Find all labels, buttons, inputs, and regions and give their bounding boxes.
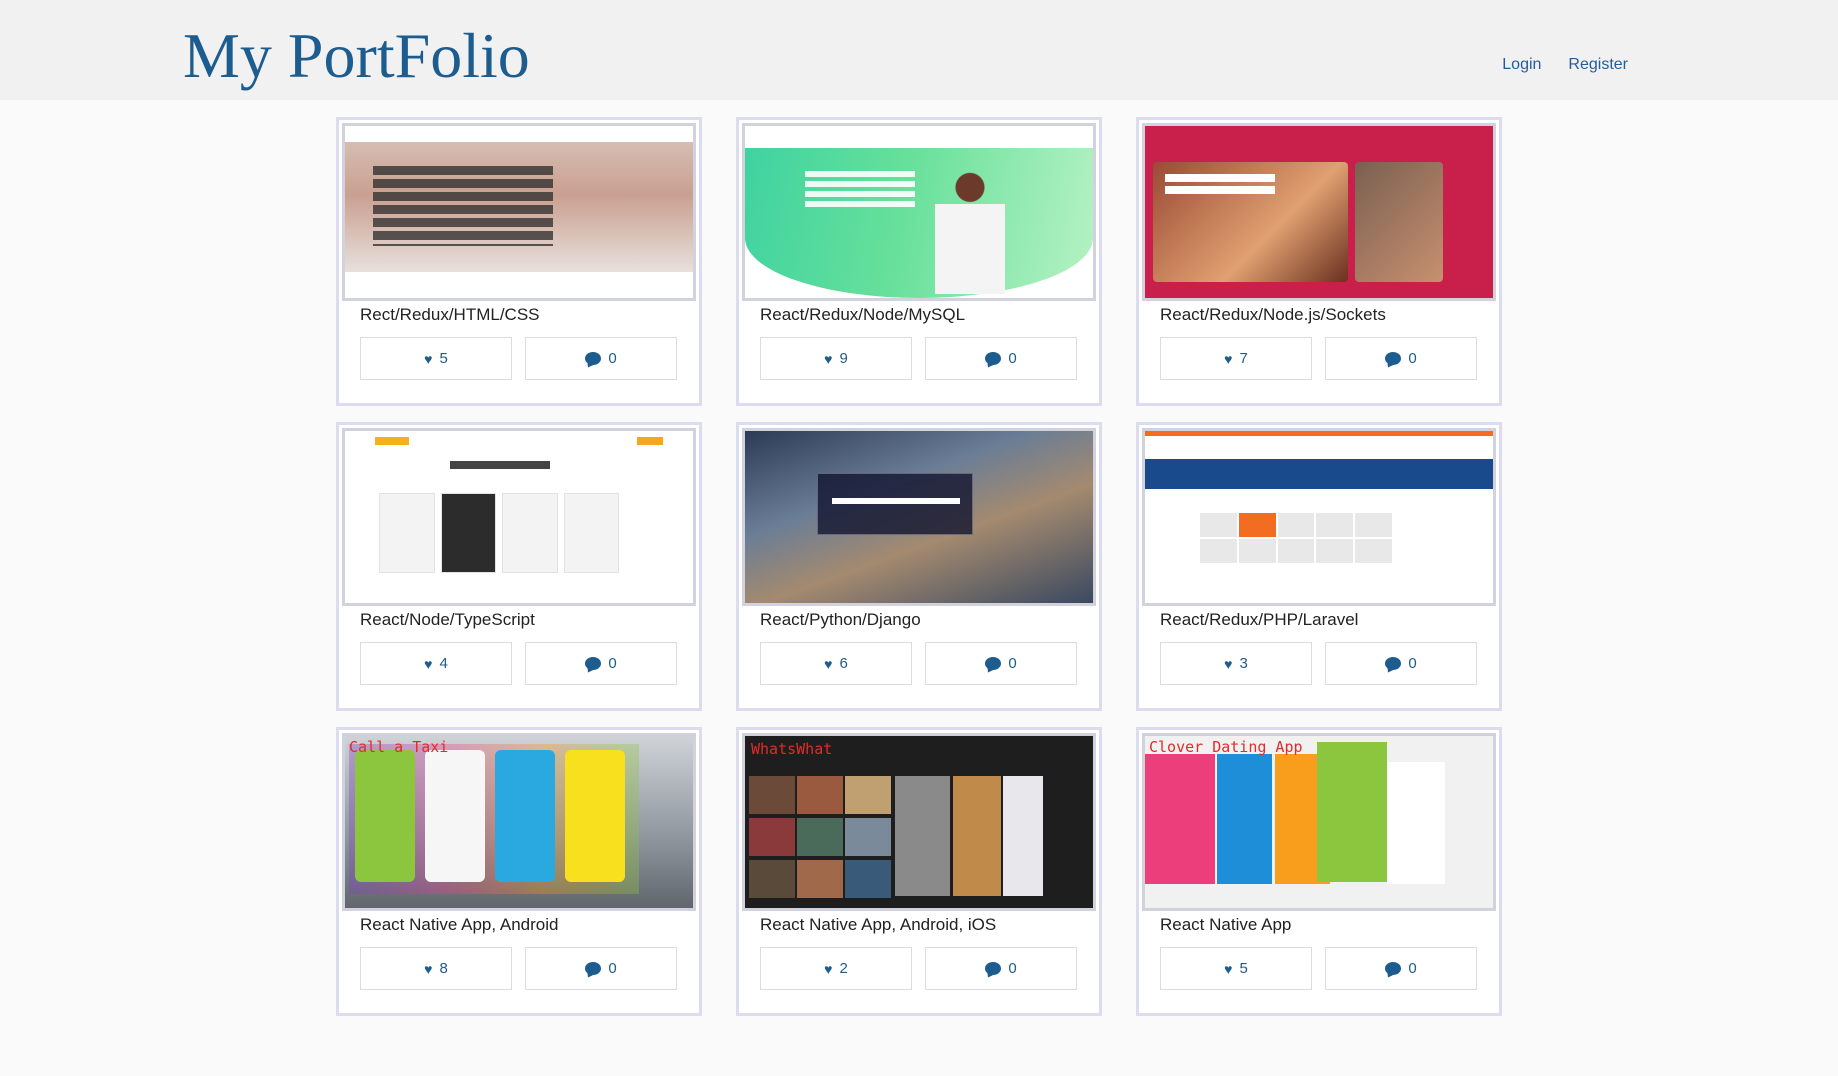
project-thumbnail[interactable] — [1142, 123, 1496, 301]
like-count: 5 — [1239, 960, 1248, 977]
site-brand[interactable]: My PortFolio — [183, 18, 530, 94]
comment-button[interactable]: 0 — [525, 642, 677, 685]
like-count: 9 — [839, 350, 848, 367]
comment-count: 0 — [608, 960, 617, 977]
comment-count: 0 — [1008, 350, 1017, 367]
like-button[interactable]: ♥ 8 — [360, 947, 512, 990]
project-title: React/Redux/Node.js/Sockets — [1160, 305, 1386, 324]
project-thumbnail[interactable] — [742, 428, 1096, 606]
comment-bubble-icon — [1385, 962, 1402, 975]
project-card: React/Redux/PHP/Laravel ♥ 3 0 — [1136, 422, 1502, 711]
thumbnail-caption: Call a Taxi — [349, 738, 449, 756]
project-card: Rect/Redux/HTML/CSS ♥ 5 0 — [336, 117, 702, 406]
project-thumbnail[interactable]: Clover Dating App — [1142, 733, 1496, 911]
project-thumbnail[interactable]: Call a Taxi — [342, 733, 696, 911]
comment-count: 0 — [608, 350, 617, 367]
register-link[interactable]: Register — [1568, 56, 1628, 74]
like-button[interactable]: ♥ 9 — [760, 337, 912, 380]
project-title: React Native App, Android — [360, 915, 559, 934]
project-title: Rect/Redux/HTML/CSS — [360, 305, 540, 324]
comment-count: 0 — [1408, 350, 1417, 367]
project-title: React Native App — [1160, 915, 1292, 934]
project-thumbnail[interactable] — [742, 123, 1096, 301]
like-count: 8 — [439, 960, 448, 977]
comment-button[interactable]: 0 — [925, 947, 1077, 990]
like-count: 6 — [839, 655, 848, 672]
project-title: React/Redux/Node/MySQL — [760, 305, 966, 324]
like-count: 3 — [1239, 655, 1248, 672]
project-card: React/Redux/Node/MySQL ♥ 9 0 — [736, 117, 1102, 406]
project-card: WhatsWhat React Native App, Android, iOS… — [736, 727, 1102, 1016]
like-count: 4 — [439, 655, 448, 672]
project-card: React/Node/TypeScript ♥ 4 0 — [336, 422, 702, 711]
like-button[interactable]: ♥ 7 — [1160, 337, 1312, 380]
project-card: React/Python/Django ♥ 6 0 — [736, 422, 1102, 711]
comment-bubble-icon — [985, 352, 1002, 365]
like-count: 5 — [439, 350, 448, 367]
like-button[interactable]: ♥ 3 — [1160, 642, 1312, 685]
portfolio-grid: Rect/Redux/HTML/CSS ♥ 5 0 React/Redux/Nod… — [336, 117, 1502, 1016]
project-thumbnail[interactable] — [1142, 428, 1496, 606]
like-button[interactable]: ♥ 5 — [360, 337, 512, 380]
heart-icon: ♥ — [424, 655, 433, 672]
like-count: 2 — [839, 960, 848, 977]
comment-count: 0 — [608, 655, 617, 672]
comment-button[interactable]: 0 — [525, 337, 677, 380]
comment-button[interactable]: 0 — [525, 947, 677, 990]
like-button[interactable]: ♥ 4 — [360, 642, 512, 685]
like-button[interactable]: ♥ 2 — [760, 947, 912, 990]
comment-bubble-icon — [585, 962, 602, 975]
heart-icon: ♥ — [1224, 960, 1233, 977]
heart-icon: ♥ — [824, 960, 833, 977]
project-thumbnail[interactable]: WhatsWhat — [742, 733, 1096, 911]
comment-bubble-icon — [585, 352, 602, 365]
comment-bubble-icon — [985, 657, 1002, 670]
project-thumbnail[interactable] — [342, 123, 696, 301]
comment-button[interactable]: 0 — [1325, 337, 1477, 380]
heart-icon: ♥ — [1224, 655, 1233, 672]
project-title: React/Redux/PHP/Laravel — [1160, 610, 1359, 629]
comment-bubble-icon — [1385, 352, 1402, 365]
like-button[interactable]: ♥ 6 — [760, 642, 912, 685]
heart-icon: ♥ — [424, 350, 433, 367]
like-button[interactable]: ♥ 5 — [1160, 947, 1312, 990]
project-card: React/Redux/Node.js/Sockets ♥ 7 0 — [1136, 117, 1502, 406]
thumbnail-caption: Clover Dating App — [1149, 738, 1303, 756]
comment-button[interactable]: 0 — [1325, 642, 1477, 685]
navbar: My PortFolio Login Register — [0, 0, 1838, 100]
like-count: 7 — [1239, 350, 1248, 367]
project-thumbnail[interactable] — [342, 428, 696, 606]
nav-links: Login Register — [1502, 56, 1628, 74]
comment-count: 0 — [1408, 655, 1417, 672]
project-card: Clover Dating App React Native App ♥ 5 0 — [1136, 727, 1502, 1016]
comment-button[interactable]: 0 — [925, 337, 1077, 380]
comment-button[interactable]: 0 — [1325, 947, 1477, 990]
comment-button[interactable]: 0 — [925, 642, 1077, 685]
comment-bubble-icon — [985, 962, 1002, 975]
comment-count: 0 — [1008, 655, 1017, 672]
thumbnail-caption: WhatsWhat — [751, 740, 833, 758]
project-title: React/Python/Django — [760, 610, 921, 629]
heart-icon: ♥ — [824, 655, 833, 672]
heart-icon: ♥ — [824, 350, 833, 367]
comment-count: 0 — [1008, 960, 1017, 977]
heart-icon: ♥ — [424, 960, 433, 977]
comment-bubble-icon — [1385, 657, 1402, 670]
project-title: React/Node/TypeScript — [360, 610, 535, 629]
project-title: React Native App, Android, iOS — [760, 915, 997, 934]
project-card: Call a Taxi React Native App, Android ♥ 8… — [336, 727, 702, 1016]
heart-icon: ♥ — [1224, 350, 1233, 367]
login-link[interactable]: Login — [1502, 56, 1541, 74]
comment-count: 0 — [1408, 960, 1417, 977]
comment-bubble-icon — [585, 657, 602, 670]
